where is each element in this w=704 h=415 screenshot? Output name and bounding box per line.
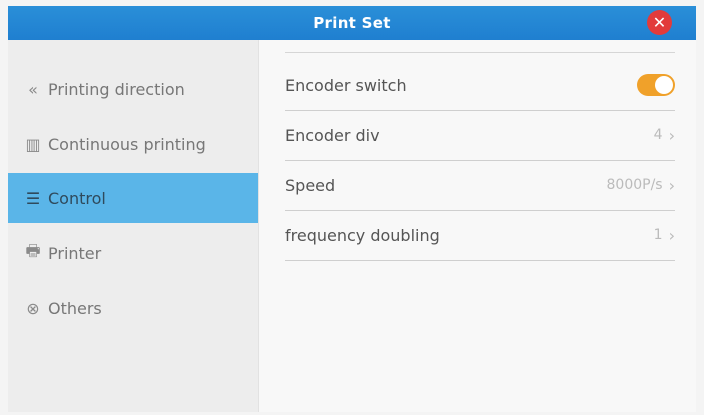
chevron-right-icon: › — [668, 225, 675, 245]
setting-value: 4 — [653, 127, 663, 143]
chevron-right-icon: › — [668, 125, 675, 145]
setting-row-encoder-switch[interactable]: Encoder switch — [285, 60, 675, 111]
sidebar-item-control[interactable]: ☰ Control — [8, 173, 258, 223]
close-icon: ✕ — [652, 12, 667, 32]
setting-label: Encoder switch — [285, 75, 407, 95]
list-lines-icon: ☰ — [25, 188, 41, 208]
sidebar-item-label: Control — [48, 188, 106, 208]
setting-value-wrap: 1 › — [654, 226, 675, 245]
close-button[interactable]: ✕ — [647, 10, 672, 35]
setting-label: Encoder div — [285, 125, 380, 145]
encoder-switch-toggle[interactable] — [637, 74, 675, 96]
continuous-print-icon: ▥ — [25, 134, 41, 154]
sidebar-item-printing-direction[interactable]: « Printing direction — [8, 64, 258, 114]
setting-value: 1 — [653, 227, 663, 243]
setting-value-wrap: 8000P/s › — [607, 176, 676, 195]
setting-row-encoder-div[interactable]: Encoder div 4 › — [285, 110, 675, 161]
divider — [285, 52, 675, 53]
page-title: Print Set — [313, 14, 391, 32]
chevron-right-icon: › — [668, 175, 675, 195]
double-chevron-left-icon: « — [28, 79, 38, 99]
sidebar-item-label: Printing direction — [48, 79, 185, 99]
sidebar: « Printing direction ▥ Continuous printi… — [8, 40, 259, 412]
sidebar-item-continuous-printing[interactable]: ▥ Continuous printing — [8, 119, 258, 169]
toggle-knob — [655, 76, 673, 94]
sidebar-item-label: Continuous printing — [48, 134, 206, 154]
setting-row-speed[interactable]: Speed 8000P/s › — [285, 160, 675, 211]
sidebar-item-others[interactable]: ⊗ Others — [8, 283, 258, 333]
setting-label: frequency doubling — [285, 225, 440, 245]
sidebar-item-label: Printer — [48, 243, 102, 263]
setting-label: Speed — [285, 175, 336, 195]
title-bar: Print Set ✕ — [8, 6, 696, 40]
printer-icon: 🖶 — [25, 240, 41, 260]
others-circle-icon: ⊗ — [26, 298, 40, 318]
setting-row-frequency-doubling[interactable]: frequency doubling 1 › — [285, 210, 675, 261]
setting-value-wrap: 4 › — [654, 126, 675, 145]
setting-value: 8000P/s — [606, 177, 663, 193]
settings-panel: Encoder switch Encoder div 4 › Speed 800… — [259, 40, 696, 412]
sidebar-item-label: Others — [48, 298, 102, 318]
sidebar-item-printer[interactable]: 🖶 Printer — [8, 228, 258, 278]
print-set-window: Print Set ✕ « Printing direction ▥ Conti… — [8, 6, 696, 412]
